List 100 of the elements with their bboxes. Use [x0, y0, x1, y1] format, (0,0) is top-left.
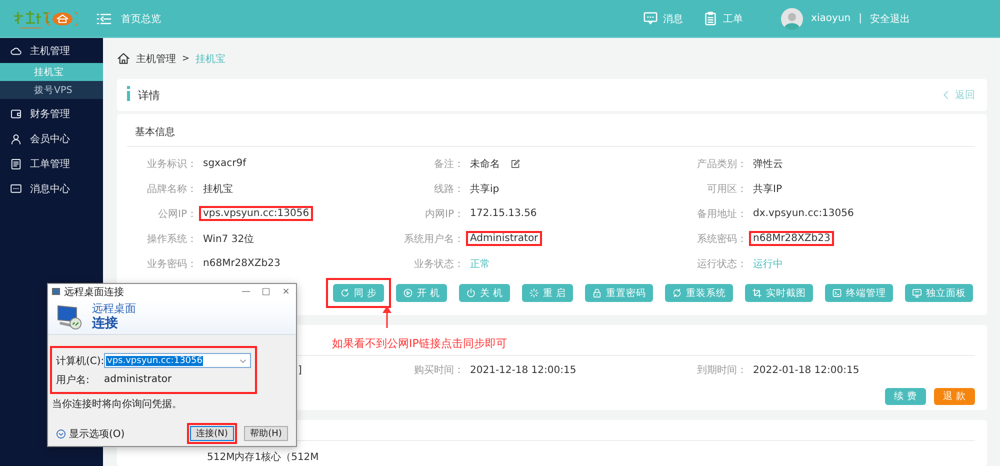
lock-icon — [592, 288, 602, 298]
breadcrumb-link[interactable]: 挂机宝 — [196, 52, 226, 66]
field-label: 线路： — [433, 182, 464, 196]
action-button[interactable]: 重装系统 — [665, 284, 733, 302]
field-value: 2021-12-18 12:00:15 — [470, 364, 578, 376]
status-text: 运行中 — [753, 258, 783, 270]
field-value: n68Mr28XZb23 — [753, 233, 830, 244]
dialog-note: 当你连接时将向你询问凭据。 — [52, 398, 183, 411]
renew-button[interactable]: 续 费 — [884, 388, 926, 405]
username[interactable]: xiaoyun — [811, 13, 851, 24]
document-icon — [10, 158, 22, 170]
field-value: administrator — [104, 374, 172, 385]
cloud-icon — [10, 44, 22, 56]
home-icon — [117, 52, 130, 65]
action-button[interactable]: 关 机 — [458, 284, 510, 302]
status-text: 正常 — [470, 258, 490, 270]
action-button[interactable]: 开 机 — [396, 284, 447, 302]
breadcrumb-link[interactable]: 主机管理 — [136, 52, 176, 66]
refund-button[interactable]: 退 款 — [934, 388, 975, 405]
action-button[interactable]: 重 启 — [522, 284, 573, 302]
field-label: 用户名: — [56, 374, 90, 386]
minimize-button[interactable]: — — [236, 286, 256, 296]
field-label: 品牌名称： — [146, 182, 197, 196]
field-label: 系统用户名： — [403, 232, 464, 246]
separator: | — [858, 13, 862, 24]
field-label: 产品类别： — [696, 158, 747, 170]
field-value: 挂机宝 — [203, 182, 233, 196]
power-icon — [466, 288, 476, 298]
field-value: 共享IP — [753, 182, 782, 196]
field-label: 可用区： — [706, 182, 747, 196]
wallet-icon — [10, 108, 22, 120]
close-button[interactable]: × — [276, 286, 296, 296]
section-title: 基本信息 — [134, 126, 176, 140]
plan-text: 512M内存1核心（512M — [206, 452, 320, 464]
card-title: 详情 — [138, 88, 160, 102]
breadcrumb-separator: > — [182, 54, 190, 64]
field-value: 共享ip — [470, 182, 500, 196]
annotation-text: 如果看不到公网IP链接点击同步即可 — [332, 336, 507, 351]
field-value: sgxacr9f — [203, 158, 246, 169]
message-icon — [10, 182, 22, 194]
chat-bubble-icon — [643, 11, 658, 26]
field-value: Win7 32位 — [203, 232, 254, 246]
field-label: 计算机(C): — [56, 354, 104, 368]
maximize-button[interactable]: □ — [256, 286, 276, 296]
field-value: 未命名 — [470, 158, 500, 170]
field-value: dx.vpsyun.cc:13056 — [753, 208, 854, 219]
sidebar-subitem[interactable]: 拨号VPS — [0, 81, 103, 99]
action-button[interactable]: 重置密码 — [585, 284, 653, 302]
annotation-arrow — [382, 306, 392, 328]
refresh-icon — [340, 288, 350, 298]
back-link[interactable]: 返回 — [941, 88, 975, 102]
field-label: 业务状态： — [413, 258, 464, 270]
logout-link[interactable]: 安全退出 — [870, 12, 910, 26]
sidebar-item[interactable]: 消息中心 — [0, 176, 103, 201]
help-button[interactable]: 帮助(H) — [244, 426, 288, 441]
header-link[interactable]: 消息 — [643, 11, 684, 26]
header-link[interactable]: 工单 — [703, 11, 744, 26]
action-button[interactable]: 同 步 — [332, 284, 384, 302]
field-label: 公网IP： — [157, 208, 197, 220]
connect-button[interactable]: 连接(N) — [190, 426, 234, 441]
field-label: 操作系统： — [146, 232, 197, 246]
sidebar-item[interactable]: 工单管理 — [0, 151, 103, 176]
action-button[interactable]: 实时截图 — [745, 284, 813, 302]
field-value: Administrator — [470, 233, 538, 244]
field-value: vps.vpsyun.cc:13056 — [203, 208, 310, 219]
dialog-heading: 连接 — [92, 316, 119, 332]
field-label: 系统密码： — [696, 232, 747, 246]
action-button[interactable]: 终端管理 — [825, 284, 893, 302]
expand-icon — [56, 428, 66, 438]
spinner-icon — [528, 288, 539, 298]
field-label: 运行状态： — [696, 258, 747, 270]
page-title: 首页总览 — [121, 12, 161, 26]
sidebar-item[interactable]: 财务管理 — [0, 101, 103, 126]
options-toggle[interactable]: 显示选项(O) — [56, 426, 125, 440]
action-button[interactable]: 独立面板 — [905, 284, 973, 302]
field-label: 业务标识： — [146, 158, 197, 170]
avatar-icon[interactable] — [781, 8, 804, 30]
field-label: 购买时间： — [413, 364, 464, 377]
field-value: 172.15.13.56 — [470, 208, 537, 219]
crop-icon — [752, 288, 762, 298]
field-label: 备用地址： — [696, 208, 747, 220]
person-icon — [10, 132, 22, 144]
sidebar-item[interactable]: 会员中心 — [0, 126, 103, 151]
cycle-arrows-icon — [672, 288, 682, 298]
monitor-icon — [912, 288, 922, 298]
app-icon — [52, 288, 60, 295]
field-label: 业务密码： — [146, 258, 197, 270]
field-value: 2022-01-18 12:00:15 — [753, 364, 860, 376]
window-title: 远程桌面连接 — [64, 286, 124, 298]
field-value: 弹性云 — [753, 158, 783, 170]
field-label: 到期时间： — [696, 364, 747, 377]
chevron-left-icon — [941, 90, 951, 100]
sidebar-item[interactable]: 主机管理 — [0, 38, 103, 63]
play-icon — [402, 288, 413, 298]
sidebar-subitem[interactable]: 挂机宝 — [0, 63, 103, 81]
field-value: ] — [298, 364, 302, 376]
computer-field[interactable]: vps.vpsyun.cc:13056 — [104, 353, 251, 368]
monitor-icon — [56, 304, 84, 330]
edit-icon[interactable] — [510, 158, 520, 168]
dialog-heading: 远程桌面 — [92, 302, 136, 316]
